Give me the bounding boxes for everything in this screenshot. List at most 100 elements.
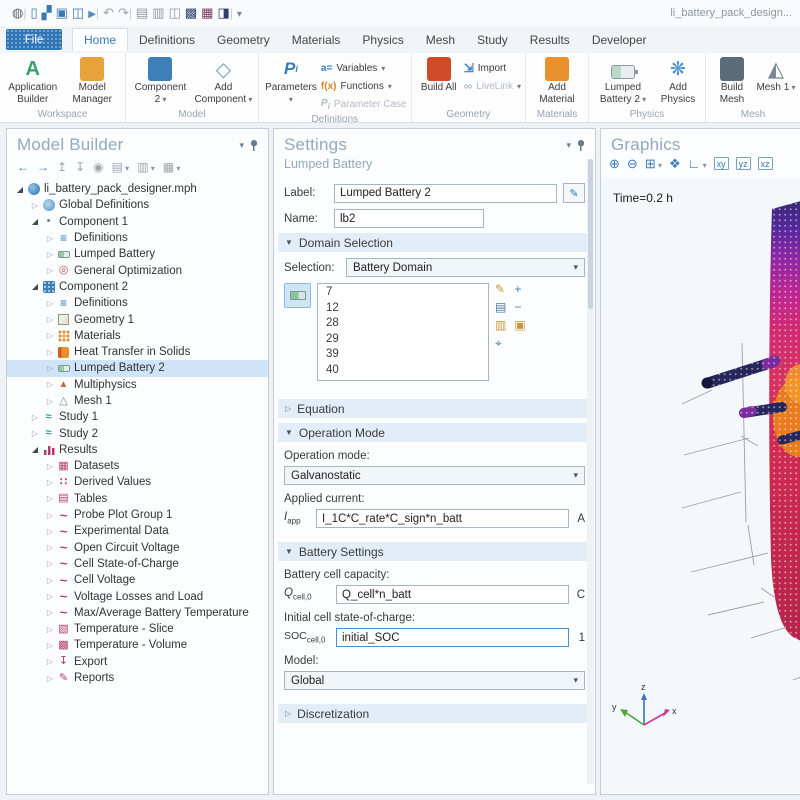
tab-study[interactable]: Study (466, 29, 519, 51)
operation-mode-dropdown[interactable]: Galvanostatic (284, 466, 585, 485)
domain-list-item[interactable]: 12 (326, 302, 488, 318)
forward-icon[interactable]: → (37, 160, 49, 174)
tab-developer[interactable]: Developer (581, 29, 658, 51)
duplicate-icon[interactable] (169, 6, 181, 19)
paste-icon[interactable] (152, 6, 164, 19)
tree-expander-icon[interactable]: ▷ (45, 527, 55, 536)
tree-expander-icon[interactable]: ▷ (45, 576, 55, 585)
section-operation-mode[interactable]: ▼ Operation Mode (278, 423, 591, 442)
tree-item-multiphysics[interactable]: ▷Multiphysics (7, 377, 268, 393)
import-button[interactable]: ⇲ Import (464, 59, 521, 77)
tree-item-cell-state-of-charge[interactable]: ▷Cell State-of-Charge (7, 556, 268, 572)
tree-expander-icon[interactable]: ▷ (45, 234, 55, 243)
domain-list-item[interactable]: 7 (326, 286, 488, 302)
tree-item-results[interactable]: ◢Results (7, 442, 268, 458)
create-selection-icon[interactable]: ✎ (495, 283, 506, 295)
panel-menu-icon[interactable]: ▾ (566, 140, 571, 151)
tree-expander-icon[interactable]: ▷ (45, 266, 55, 275)
tree-expander-icon[interactable]: ▷ (45, 511, 55, 520)
rename-icon[interactable]: ✎ (563, 183, 585, 203)
add-material-button[interactable]: Add Material (530, 56, 584, 105)
tree-expander-icon[interactable]: ▷ (45, 315, 55, 324)
tree-expander-icon[interactable]: ◢ (15, 185, 25, 194)
tree-expander-icon[interactable]: ▷ (45, 250, 55, 259)
app-logo-icon[interactable] (12, 6, 23, 19)
tree-expander-icon[interactable]: ▷ (45, 380, 55, 389)
component-2-button[interactable]: Component 2 (131, 56, 189, 105)
zoom-to-selection-icon[interactable]: ⌖ (495, 337, 506, 349)
tree-item-probe-plot-group-1[interactable]: ▷Probe Plot Group 1 (7, 507, 268, 523)
add-to-selection-icon[interactable]: + (514, 283, 525, 295)
expand-icon[interactable]: ▦ (163, 160, 181, 174)
tree-item-datasets[interactable]: ▷Datasets (7, 458, 268, 474)
collapse-icon[interactable]: ▥ (137, 160, 155, 174)
tree-expander-icon[interactable]: ▷ (45, 657, 55, 666)
tree-expander-icon[interactable]: ▷ (45, 641, 55, 650)
section-discretization[interactable]: ▷ Discretization (278, 704, 591, 723)
reset-desktop-icon[interactable] (217, 6, 229, 19)
tree-item-heat-transfer-in-solids[interactable]: ▷Heat Transfer in Solids (7, 344, 268, 360)
application-builder-button[interactable]: A Application Builder (4, 56, 62, 105)
tree-item-voltage-losses-and-load[interactable]: ▷Voltage Losses and Load (7, 588, 268, 604)
lumped-battery-2-button[interactable]: Lumped Battery 2 (593, 56, 653, 105)
zoom-out-icon[interactable]: ⊖ (627, 157, 638, 170)
domain-list-item[interactable]: 29 (326, 333, 488, 349)
tree-expander-icon[interactable]: ◢ (30, 217, 40, 226)
model-manager-button[interactable]: Model Manager (64, 56, 122, 105)
selection-dropdown[interactable]: Battery Domain (346, 258, 585, 277)
run-icon[interactable] (88, 6, 96, 20)
file-menu-button[interactable]: File (6, 29, 62, 50)
view-xy-button[interactable]: xy (714, 157, 729, 170)
settings-scrollbar[interactable] (587, 159, 594, 784)
pin-icon[interactable] (250, 140, 258, 151)
tree-expander-icon[interactable]: ▷ (45, 559, 55, 568)
mesh-1-button[interactable]: ◭ Mesh 1 (756, 56, 796, 94)
tree-expander-icon[interactable]: ▷ (45, 478, 55, 487)
paste-selection-icon[interactable]: ▥ (495, 319, 506, 331)
tree-item-mesh-1[interactable]: ▷Mesh 1 (7, 393, 268, 409)
tree-item-temperature-volume[interactable]: ▷Temperature - Volume (7, 637, 268, 653)
variables-button[interactable]: a= Variables (321, 59, 407, 77)
tree-expander-icon[interactable]: ▷ (45, 494, 55, 503)
tree-expander-icon[interactable]: ▷ (45, 331, 55, 340)
domain-list-item[interactable]: 39 (326, 348, 488, 364)
model-options-icon[interactable]: ▤ (112, 160, 130, 174)
tree-item-experimental-data[interactable]: ▷Experimental Data (7, 523, 268, 539)
tree-expander-icon[interactable]: ◢ (30, 282, 40, 291)
tree-expander-icon[interactable]: ▷ (45, 397, 55, 406)
tree-item-derived-values[interactable]: ▷Derived Values (7, 474, 268, 490)
tab-mesh[interactable]: Mesh (415, 29, 466, 51)
tab-materials[interactable]: Materials (281, 29, 352, 51)
tree-item-definitions[interactable]: ▷Definitions (7, 295, 268, 311)
tree-expander-icon[interactable]: ◢ (30, 445, 40, 454)
back-icon[interactable]: ← (17, 160, 29, 174)
tree-item-cell-voltage[interactable]: ▷Cell Voltage (7, 572, 268, 588)
tab-geometry[interactable]: Geometry (206, 29, 281, 51)
tree-item-study-2[interactable]: ▷Study 2 (7, 425, 268, 441)
add-component-button[interactable]: ◇ Add Component (194, 56, 252, 105)
select-box-icon[interactable]: ▣ (514, 319, 525, 331)
tree-item-open-circuit-voltage[interactable]: ▷Open Circuit Voltage (7, 540, 268, 556)
view-xz-button[interactable]: xz (758, 157, 773, 170)
label-input[interactable] (334, 184, 557, 203)
domain-list-item[interactable]: 40 (326, 364, 488, 380)
copy-icon[interactable] (136, 6, 148, 19)
tree-item-reports[interactable]: ▷Reports (7, 670, 268, 686)
view-yz-button[interactable]: yz (736, 157, 751, 170)
tab-home[interactable]: Home (72, 28, 128, 51)
tree-expander-icon[interactable]: ▷ (30, 201, 40, 210)
pin-icon[interactable] (577, 140, 585, 151)
tree-item-li-battery-pack-designer-mph[interactable]: ◢li_battery_pack_designer.mph (7, 181, 268, 197)
save-as-icon[interactable] (72, 6, 84, 19)
move-down-icon[interactable]: ↧ (75, 160, 85, 174)
domain-selection-list[interactable]: 71228293940 (317, 283, 489, 381)
tree-expander-icon[interactable]: ▷ (45, 543, 55, 552)
tree-expander-icon[interactable]: ▷ (30, 413, 40, 422)
panel-menu-icon[interactable]: ▾ (239, 140, 244, 151)
tree-expander-icon[interactable]: ▷ (45, 299, 55, 308)
build-mesh-button[interactable]: Build Mesh (710, 56, 754, 105)
plot-window-icon[interactable] (201, 6, 213, 19)
zoom-box-icon[interactable]: ⊞ (645, 157, 662, 170)
remove-from-selection-icon[interactable]: − (514, 301, 525, 313)
graphics-plot-area[interactable]: Time=0.2 h (601, 179, 800, 794)
